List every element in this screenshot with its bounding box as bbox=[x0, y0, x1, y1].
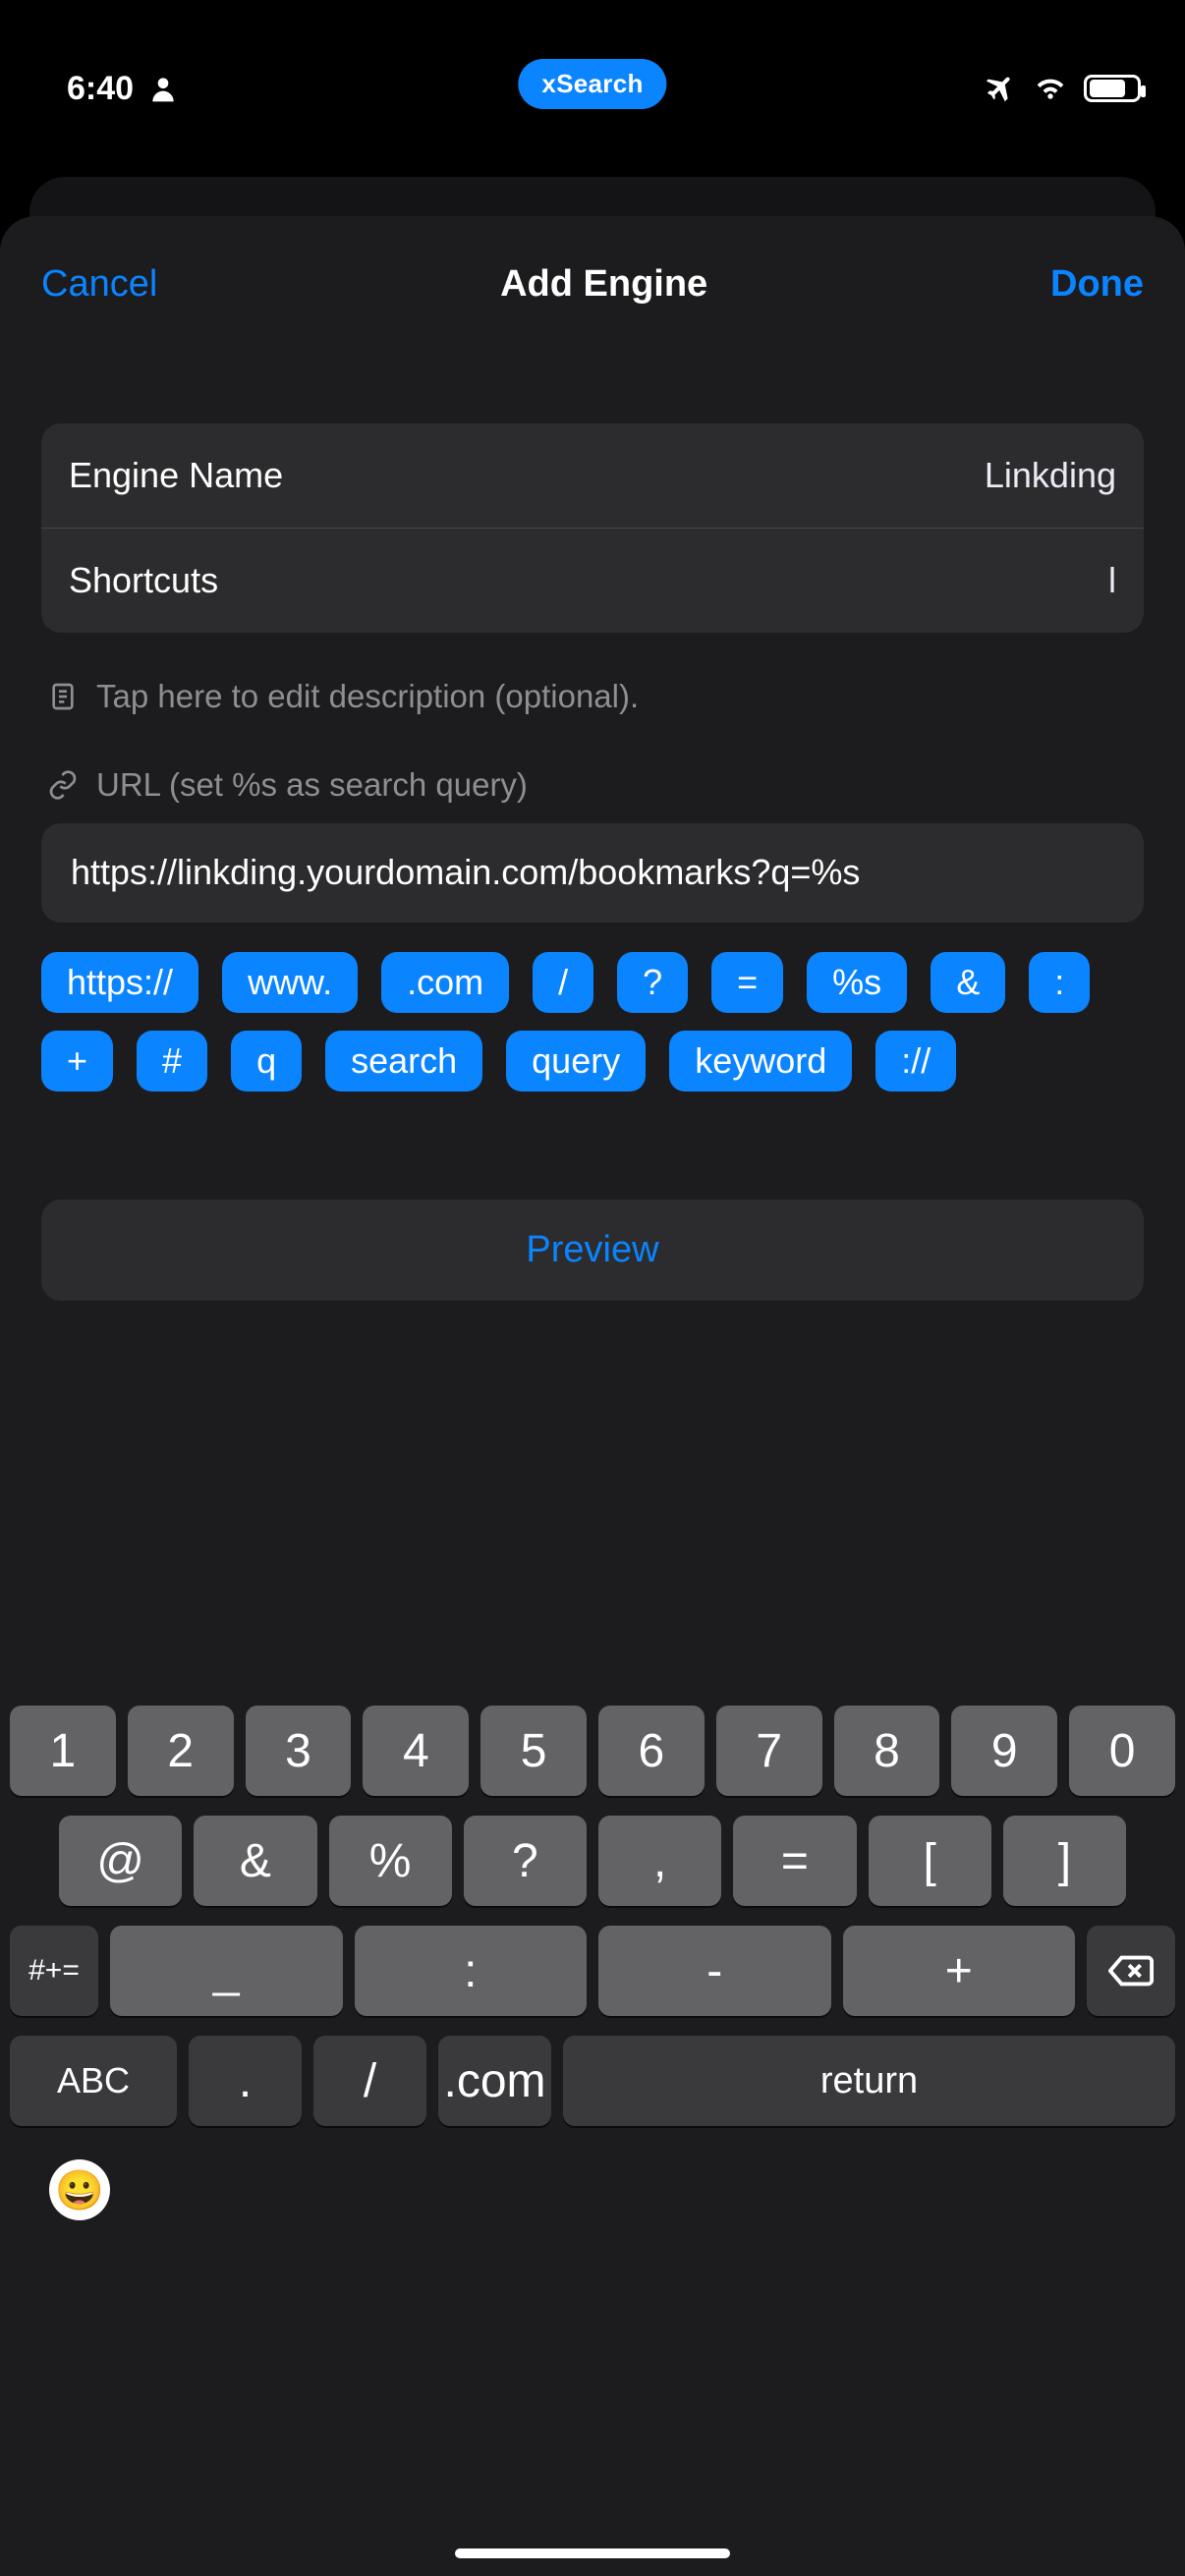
dynamic-island-pill[interactable]: xSearch bbox=[518, 59, 666, 109]
shortcuts-label: Shortcuts bbox=[69, 560, 218, 601]
key-kb-row1-8[interactable]: 9 bbox=[951, 1706, 1057, 1796]
emoji-icon: 😀 bbox=[55, 2167, 104, 2213]
url-chip-15[interactable]: :// bbox=[875, 1031, 956, 1092]
key-kb-row1-0[interactable]: 1 bbox=[10, 1706, 116, 1796]
engine-name-value: Linkding bbox=[985, 455, 1116, 496]
keyboard: 1234567890 @&%?,=[] #+= _:-+ ABC . / .co… bbox=[0, 1692, 1185, 2576]
key-return[interactable]: return bbox=[563, 2036, 1175, 2126]
key-kb-row2-7[interactable]: ] bbox=[1003, 1816, 1126, 1906]
key-slash[interactable]: / bbox=[313, 2036, 426, 2126]
key-kb-row1-2[interactable]: 3 bbox=[246, 1706, 352, 1796]
cancel-button[interactable]: Cancel bbox=[41, 263, 157, 306]
preview-label: Preview bbox=[526, 1229, 658, 1270]
key-row3-3[interactable]: + bbox=[843, 1926, 1076, 2016]
url-chip-7[interactable]: & bbox=[931, 952, 1005, 1013]
key-kb-row1-1[interactable]: 2 bbox=[128, 1706, 234, 1796]
url-input[interactable]: https://linkding.yourdomain.com/bookmark… bbox=[41, 823, 1144, 923]
status-time: 6:40 bbox=[67, 70, 134, 108]
preview-button[interactable]: Preview bbox=[41, 1200, 1144, 1301]
url-chip-3[interactable]: / bbox=[533, 952, 593, 1013]
link-icon bbox=[47, 769, 79, 801]
url-chip-5[interactable]: = bbox=[711, 952, 783, 1013]
battery-icon bbox=[1084, 75, 1141, 102]
key-delete[interactable] bbox=[1087, 1926, 1175, 2016]
key-kb-row2-6[interactable]: [ bbox=[869, 1816, 991, 1906]
shortcuts-value: l bbox=[1108, 560, 1116, 601]
pill-label: xSearch bbox=[541, 69, 643, 98]
engine-name-row[interactable]: Engine Name Linkding bbox=[41, 423, 1144, 529]
key-kb-row2-3[interactable]: ? bbox=[464, 1816, 587, 1906]
key-kb-row2-0[interactable]: @ bbox=[59, 1816, 182, 1906]
key-dotcom[interactable]: .com bbox=[438, 2036, 551, 2126]
url-header-text: URL (set %s as search query) bbox=[96, 766, 528, 804]
url-chip-0[interactable]: https:// bbox=[41, 952, 198, 1013]
person-icon bbox=[147, 73, 179, 104]
url-chip-12[interactable]: search bbox=[325, 1031, 482, 1092]
key-kb-row1-9[interactable]: 0 bbox=[1069, 1706, 1175, 1796]
sheet-navbar: Cancel Add Engine Done bbox=[41, 263, 1144, 306]
url-section-header: URL (set %s as search query) bbox=[41, 766, 1144, 823]
url-chip-4[interactable]: ? bbox=[617, 952, 688, 1013]
engine-info-group: Engine Name Linkding Shortcuts l bbox=[41, 423, 1144, 633]
engine-name-label: Engine Name bbox=[69, 455, 283, 496]
description-hint: Tap here to edit description (optional). bbox=[96, 678, 639, 715]
key-kb-row1-5[interactable]: 6 bbox=[598, 1706, 705, 1796]
sheet-title: Add Engine bbox=[500, 263, 707, 306]
done-button[interactable]: Done bbox=[1050, 263, 1144, 306]
key-kb-row1-3[interactable]: 4 bbox=[363, 1706, 469, 1796]
key-kb-row1-4[interactable]: 5 bbox=[480, 1706, 587, 1796]
url-chip-11[interactable]: q bbox=[231, 1031, 302, 1092]
url-chip-2[interactable]: .com bbox=[381, 952, 509, 1013]
wifi-icon bbox=[1035, 73, 1066, 104]
url-chip-9[interactable]: + bbox=[41, 1031, 113, 1092]
url-chip-13[interactable]: query bbox=[506, 1031, 646, 1092]
key-symbols-mode[interactable]: #+= bbox=[10, 1926, 98, 2016]
key-kb-row2-5[interactable]: = bbox=[733, 1816, 856, 1906]
url-fragment-chips: https:// www. .com /? = %s&: + # qsearch query key… bbox=[41, 952, 1144, 1092]
home-indicator[interactable] bbox=[455, 2548, 730, 2558]
backspace-icon bbox=[1108, 1953, 1154, 1988]
key-abc[interactable]: ABC bbox=[10, 2036, 177, 2126]
key-kb-row2-1[interactable]: & bbox=[194, 1816, 316, 1906]
key-kb-row1-7[interactable]: 8 bbox=[834, 1706, 940, 1796]
key-kb-row2-4[interactable]: , bbox=[598, 1816, 721, 1906]
url-chip-14[interactable]: keyword bbox=[669, 1031, 852, 1092]
url-value: https://linkding.yourdomain.com/bookmark… bbox=[71, 849, 1114, 897]
url-chip-8[interactable]: : bbox=[1029, 952, 1090, 1013]
url-chip-1[interactable]: www. bbox=[222, 952, 358, 1013]
url-chip-10[interactable]: # bbox=[137, 1031, 207, 1092]
emoji-button[interactable]: 😀 bbox=[49, 2159, 110, 2220]
url-chip-6[interactable]: %s bbox=[807, 952, 907, 1013]
key-row3-0[interactable]: _ bbox=[110, 1926, 343, 2016]
description-row[interactable]: Tap here to edit description (optional). bbox=[41, 672, 1144, 766]
key-kb-row1-6[interactable]: 7 bbox=[716, 1706, 822, 1796]
key-row3-2[interactable]: - bbox=[598, 1926, 831, 2016]
status-bar: 6:40 xSearch bbox=[0, 0, 1185, 138]
key-row3-1[interactable]: : bbox=[355, 1926, 588, 2016]
note-icon bbox=[47, 681, 79, 712]
airplane-icon bbox=[986, 73, 1017, 104]
key-period[interactable]: . bbox=[189, 2036, 302, 2126]
key-kb-row2-2[interactable]: % bbox=[329, 1816, 452, 1906]
shortcuts-row[interactable]: Shortcuts l bbox=[41, 529, 1144, 633]
